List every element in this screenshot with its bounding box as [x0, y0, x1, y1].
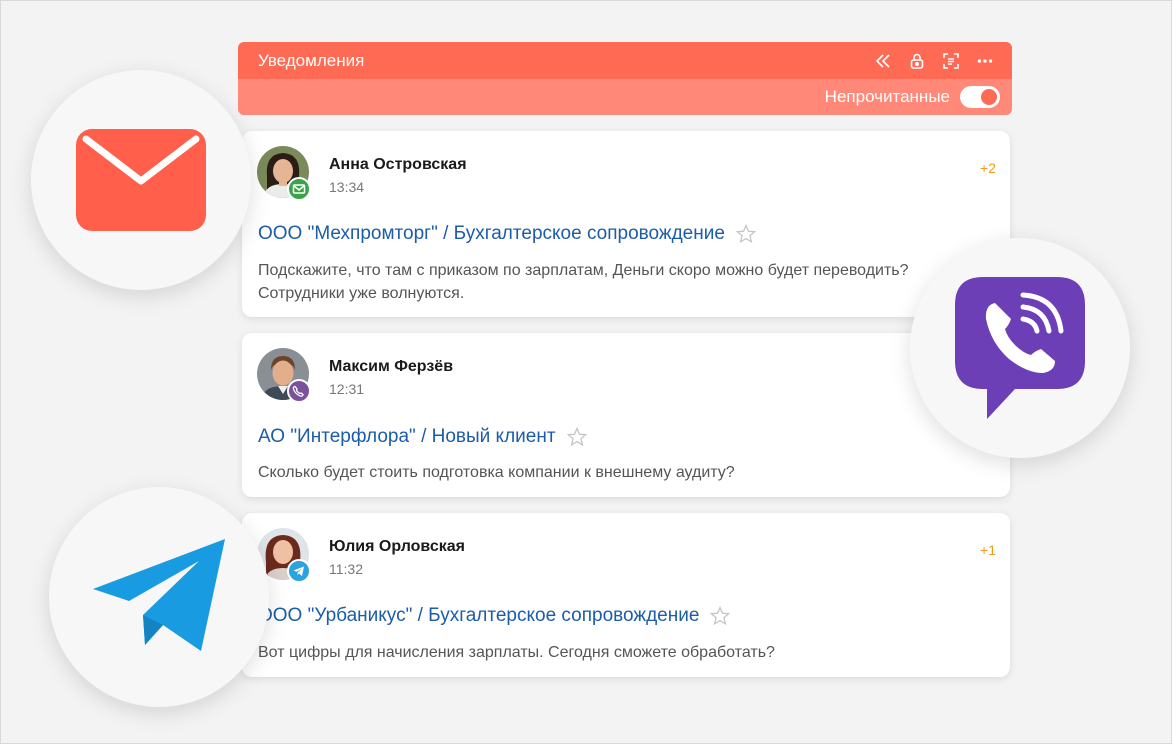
- avatar: [257, 146, 311, 201]
- notification-card[interactable]: Максим Ферзёв 12:31 АО "Интерфлора" / Но…: [242, 333, 1010, 497]
- unread-count: +1: [980, 542, 996, 558]
- subject-row: ООО "Урбаникус" / Бухгалтерское сопровож…: [258, 605, 731, 627]
- scan-icon[interactable]: [940, 50, 962, 72]
- star-icon[interactable]: [709, 605, 731, 627]
- message-text: Сколько будет стоить подготовка компании…: [258, 464, 735, 481]
- message-time: 11:32: [329, 561, 363, 577]
- sender-name: Анна Островская: [329, 156, 467, 173]
- sender-name: Максим Ферзёв: [329, 358, 454, 375]
- notifications-panel: Уведомления Непрочитанные: [238, 42, 1012, 115]
- unread-filter-label: Непрочитанные: [824, 87, 950, 106]
- unread-count: +2: [980, 160, 996, 176]
- avatar: [257, 348, 311, 403]
- unread-toggle[interactable]: [960, 86, 1000, 108]
- viber-logo-circle: [910, 238, 1130, 458]
- viber-logo-icon: [955, 277, 1085, 419]
- lock-icon[interactable]: [906, 50, 928, 72]
- message-text: Вот цифры для начисления зарплаты. Сегод…: [258, 644, 775, 661]
- panel-header: Уведомления: [238, 42, 1012, 79]
- message-time: 12:31: [329, 381, 365, 397]
- viber-badge-icon: [287, 379, 311, 403]
- sender-name: Юлия Орловская: [329, 538, 466, 555]
- subject-row: ООО "Мехпромторг" / Бухгалтерское сопров…: [258, 223, 757, 245]
- mail-logo-circle: [31, 70, 251, 290]
- message-time: 13:34: [329, 179, 365, 195]
- header-actions: [872, 50, 996, 72]
- telegram-logo-icon: [93, 539, 225, 651]
- message-text: Подскажите, что там с приказом по зарпла…: [258, 262, 909, 302]
- telegram-logo-circle: [49, 487, 269, 707]
- filter-bar: Непрочитанные: [238, 79, 1012, 115]
- notification-card[interactable]: Анна Островская 13:34 +2 ООО "Мехпромтор…: [242, 131, 1010, 317]
- subject-link[interactable]: ООО "Урбаникус" / Бухгалтерское сопровож…: [258, 605, 699, 627]
- star-icon[interactable]: [735, 223, 757, 245]
- subject-link[interactable]: ООО "Мехпромторг" / Бухгалтерское сопров…: [258, 223, 725, 245]
- star-icon[interactable]: [566, 426, 588, 448]
- mail-logo-icon: [76, 129, 206, 231]
- subject-link[interactable]: АО "Интерфлора" / Новый клиент: [258, 426, 556, 448]
- email-badge-icon: [287, 177, 311, 201]
- more-icon[interactable]: [974, 50, 996, 72]
- collapse-icon[interactable]: [872, 50, 894, 72]
- notification-card[interactable]: Юлия Орловская 11:32 +1 ООО "Урбаникус" …: [242, 513, 1010, 677]
- subject-row: АО "Интерфлора" / Новый клиент: [258, 426, 588, 448]
- telegram-badge-icon: [287, 559, 311, 583]
- toggle-knob: [981, 89, 997, 105]
- panel-title: Уведомления: [258, 50, 365, 70]
